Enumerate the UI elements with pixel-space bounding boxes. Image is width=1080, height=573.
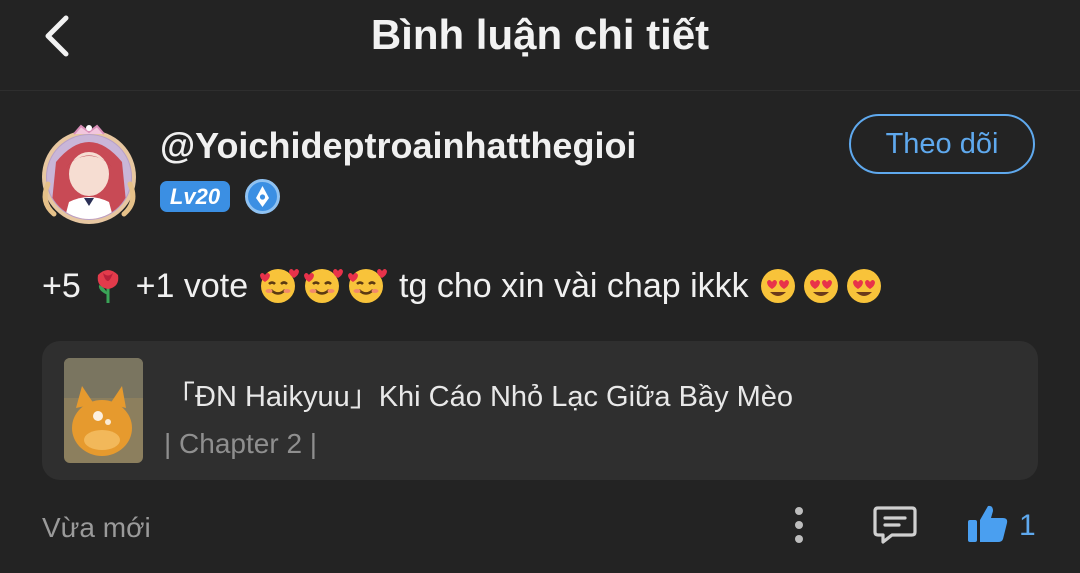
smiling-face-with-hearts-emoji <box>259 269 387 304</box>
level-badge: Lv20 <box>160 181 230 212</box>
comment-score: +5 <box>42 267 81 305</box>
avatar[interactable] <box>36 122 142 228</box>
thumbs-up-icon <box>968 505 1008 542</box>
like-button[interactable] <box>966 502 1010 546</box>
comment-text: +5 +1 vote tg cho xin vài chap ikkk <box>42 262 886 310</box>
rose-emoji <box>97 270 119 304</box>
comment-icon <box>873 506 917 544</box>
reply-button[interactable] <box>872 504 918 546</box>
username[interactable]: @Yoichideptroainhatthegioi <box>160 124 636 168</box>
app-header: Bình luận chi tiết <box>0 0 1080 91</box>
pen-badge-icon <box>244 178 281 215</box>
story-card[interactable]: 「ĐN Haikyuu」Khi Cáo Nhỏ Lạc Giữa Bầy Mèo… <box>42 341 1038 480</box>
comment-vote: +1 vote <box>135 267 258 305</box>
comment-message: tg cho xin vài chap ikkk <box>399 267 749 305</box>
story-title: 「ĐN Haikyuu」Khi Cáo Nhỏ Lạc Giữa Bầy Mèo <box>166 381 794 413</box>
more-vertical-icon <box>795 507 803 543</box>
chapter-label: | Chapter 2 | <box>164 428 318 459</box>
like-count: 1 <box>1019 509 1036 542</box>
heart-eyes-emoji <box>761 269 882 304</box>
page-title: Bình luận chi tiết <box>370 11 710 58</box>
story-cover-image <box>64 358 143 463</box>
comment-time: Vừa mới <box>42 512 151 543</box>
more-button[interactable] <box>784 504 814 548</box>
follow-button[interactable]: Theo dõi <box>849 114 1035 174</box>
